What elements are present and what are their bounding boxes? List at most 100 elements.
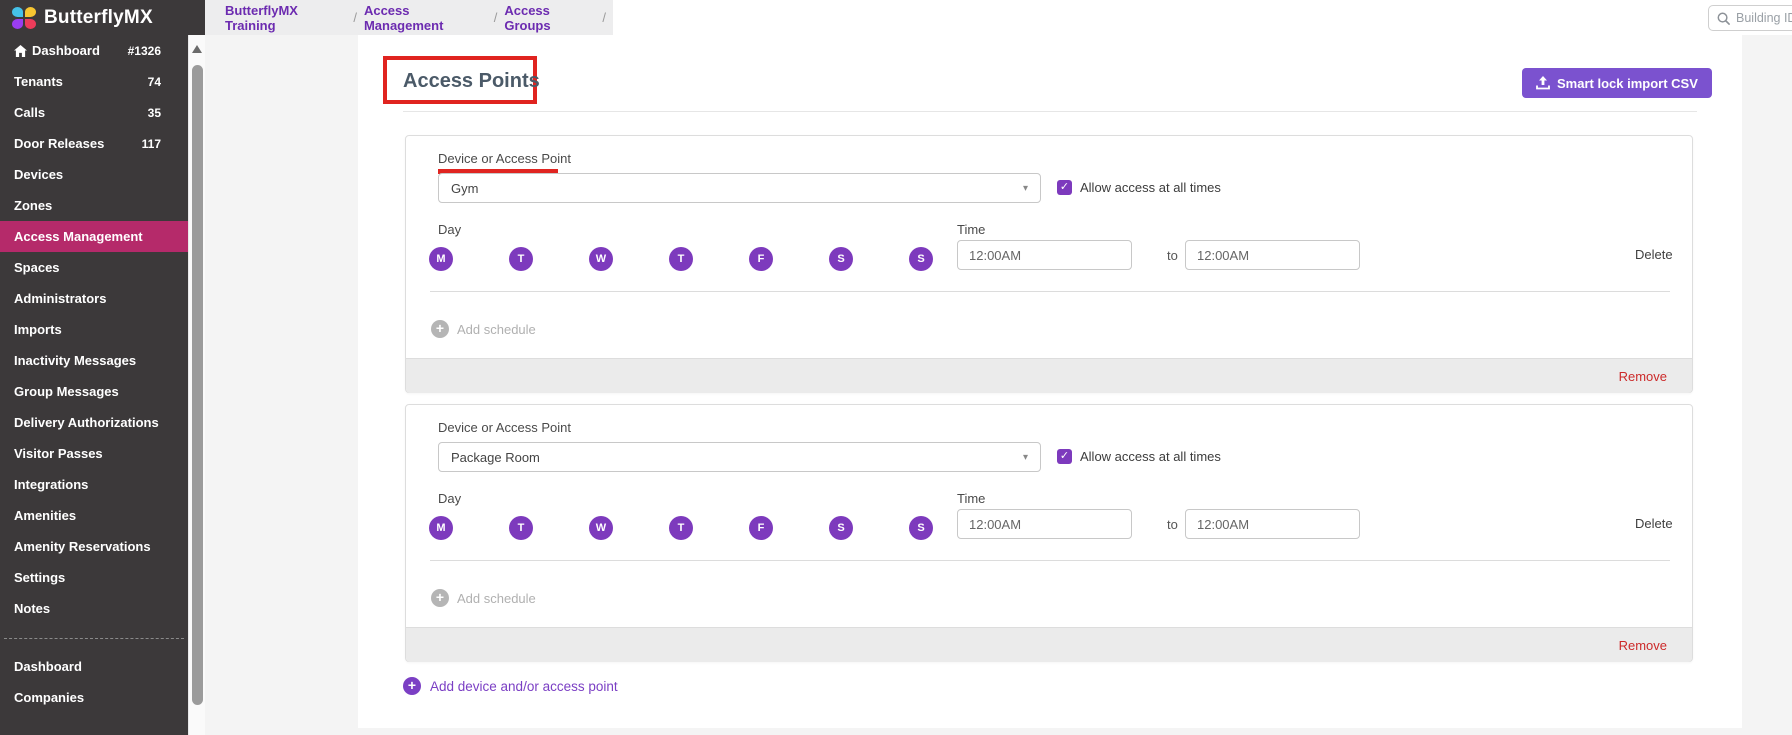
sidebar-item-dashboard[interactable]: Dashboard #1326 — [0, 35, 188, 66]
day-label: Day — [438, 222, 461, 237]
sidebar-item-inactivity-messages[interactable]: Inactivity Messages — [0, 345, 188, 376]
day-toggle-friday[interactable]: F — [749, 516, 773, 540]
sidebar-divider — [4, 638, 184, 639]
card-footer: Remove — [406, 627, 1692, 662]
sidebar-item-delivery-authorizations[interactable]: Delivery Authorizations — [0, 407, 188, 438]
device-field-label: Device or Access Point — [438, 420, 571, 435]
breadcrumb-link-building[interactable]: ButterflyMX Training — [225, 3, 346, 33]
search-input[interactable] — [1736, 11, 1792, 25]
sidebar-item-group-messages[interactable]: Group Messages — [0, 376, 188, 407]
sidebar-item-company-dashboard[interactable]: Dashboard — [0, 651, 188, 682]
breadcrumb-link-access-management[interactable]: Access Management — [364, 3, 487, 33]
logo-block[interactable]: ButterflyMX — [0, 0, 205, 35]
sidebar-scrollbar[interactable] — [188, 35, 205, 735]
sidebar-item-visitor-passes[interactable]: Visitor Passes — [0, 438, 188, 469]
smart-lock-import-csv-button[interactable]: Smart lock import CSV — [1522, 68, 1712, 98]
card-footer: Remove — [406, 358, 1692, 393]
time-from-input[interactable] — [957, 509, 1132, 539]
chevron-down-icon: ▾ — [1023, 183, 1028, 194]
to-label: to — [1167, 517, 1178, 532]
remove-card-link[interactable]: Remove — [1619, 638, 1667, 653]
breadcrumb-link-access-groups[interactable]: Access Groups — [504, 3, 595, 33]
sidebar-item-integrations[interactable]: Integrations — [0, 469, 188, 500]
sidebar-item-tenants[interactable]: Tenants 74 — [0, 66, 188, 97]
butterfly-logo-icon — [12, 7, 36, 29]
day-toggle-sunday[interactable]: S — [909, 247, 933, 271]
time-label: Time — [957, 491, 985, 506]
top-header: ButterflyMX ButterflyMX Training / Acces… — [0, 0, 1792, 35]
day-toggle-friday[interactable]: F — [749, 247, 773, 271]
badge-calls-count: 35 — [148, 106, 161, 120]
scrollbar-thumb[interactable] — [192, 65, 203, 705]
day-toggle-thursday[interactable]: T — [669, 247, 693, 271]
device-select[interactable]: Gym ▾ — [438, 173, 1041, 203]
sidebar-item-notes[interactable]: Notes — [0, 593, 188, 624]
sidebar-item-administrators[interactable]: Administrators — [0, 283, 188, 314]
breadcrumb-separator: / — [353, 10, 357, 25]
add-device-link[interactable]: + Add device and/or access point — [403, 677, 618, 695]
sidebar-item-amenities[interactable]: Amenities — [0, 500, 188, 531]
allow-access-checkbox[interactable]: ✓ — [1057, 180, 1072, 195]
card-divider — [430, 291, 1670, 292]
day-toggle-wednesday[interactable]: W — [589, 247, 613, 271]
access-point-card: Device or Access Point Package Room ▾ ✓ … — [405, 404, 1693, 662]
search-icon — [1717, 12, 1730, 25]
time-label: Time — [957, 222, 985, 237]
day-toggle-wednesday[interactable]: W — [589, 516, 613, 540]
title-divider — [403, 111, 1697, 112]
allow-access-checkbox[interactable]: ✓ — [1057, 449, 1072, 464]
page-title: Access Points — [403, 70, 540, 93]
remove-card-link[interactable]: Remove — [1619, 369, 1667, 384]
logo-text: ButterflyMX — [44, 7, 153, 29]
sidebar-item-calls[interactable]: Calls 35 — [0, 97, 188, 128]
card-divider — [430, 560, 1670, 561]
day-toggle-monday[interactable]: M — [429, 516, 453, 540]
home-icon — [14, 45, 27, 57]
day-toggle-tuesday[interactable]: T — [509, 247, 533, 271]
day-toggle-thursday[interactable]: T — [669, 516, 693, 540]
add-schedule-link[interactable]: + Add schedule — [431, 320, 536, 338]
day-toggle-tuesday[interactable]: T — [509, 516, 533, 540]
badge-building-number: #1326 — [128, 44, 161, 58]
sidebar-item-amenity-reservations[interactable]: Amenity Reservations — [0, 531, 188, 562]
sidebar-item-imports[interactable]: Imports — [0, 314, 188, 345]
breadcrumb: ButterflyMX Training / Access Management… — [205, 0, 613, 35]
device-field-label: Device or Access Point — [438, 151, 571, 166]
sidebar-item-devices[interactable]: Devices — [0, 159, 188, 190]
plus-circle-icon: + — [431, 320, 449, 338]
building-search[interactable] — [1708, 5, 1792, 31]
scroll-up-arrow-icon[interactable] — [192, 45, 202, 53]
time-to-input[interactable] — [1185, 509, 1360, 539]
breadcrumb-separator: / — [494, 10, 498, 25]
plus-circle-icon: + — [403, 677, 421, 695]
chevron-down-icon: ▾ — [1023, 452, 1028, 463]
delete-schedule-link[interactable]: Delete — [1635, 516, 1673, 531]
badge-tenants-count: 74 — [148, 75, 161, 89]
badge-door-releases-count: 117 — [142, 137, 161, 151]
main-content: Access Points Smart lock import CSV Devi… — [358, 35, 1742, 728]
add-schedule-link[interactable]: + Add schedule — [431, 589, 536, 607]
day-toggle-saturday[interactable]: S — [829, 247, 853, 271]
day-toggle-saturday[interactable]: S — [829, 516, 853, 540]
sidebar-item-settings[interactable]: Settings — [0, 562, 188, 593]
access-point-card: Device or Access Point Gym ▾ ✓ Allow acc… — [405, 135, 1693, 393]
day-label: Day — [438, 491, 461, 506]
sidebar-item-spaces[interactable]: Spaces — [0, 252, 188, 283]
delete-schedule-link[interactable]: Delete — [1635, 247, 1673, 262]
day-toggle-sunday[interactable]: S — [909, 516, 933, 540]
device-select[interactable]: Package Room ▾ — [438, 442, 1041, 472]
to-label: to — [1167, 248, 1178, 263]
sidebar-item-door-releases[interactable]: Door Releases 117 — [0, 128, 188, 159]
sidebar-item-zones[interactable]: Zones — [0, 190, 188, 221]
breadcrumb-separator: / — [602, 10, 606, 25]
sidebar-item-access-management[interactable]: Access Management — [0, 221, 188, 252]
sidebar-nav: Dashboard #1326 Tenants 74 Calls 35 Door… — [0, 35, 188, 735]
time-to-input[interactable] — [1185, 240, 1360, 270]
allow-access-label: Allow access at all times — [1080, 449, 1221, 464]
plus-circle-icon: + — [431, 589, 449, 607]
sidebar-item-companies[interactable]: Companies — [0, 682, 188, 713]
upload-icon — [1536, 76, 1550, 90]
time-from-input[interactable] — [957, 240, 1132, 270]
day-toggle-monday[interactable]: M — [429, 247, 453, 271]
allow-access-label: Allow access at all times — [1080, 180, 1221, 195]
